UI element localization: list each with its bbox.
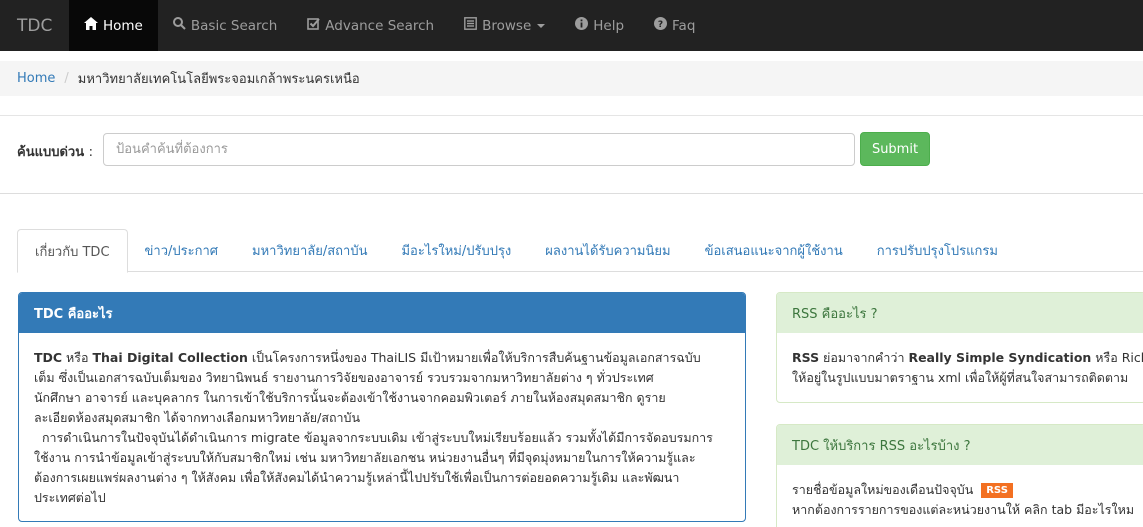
about-text: หรือ [62,350,93,365]
about-text: เป็นโครงการหนึ่งของ ThaiLIS มีเป้าหมายเพ… [247,350,701,365]
breadcrumb-current: มหาวิทยาลัยเทคโนโลยีพระจอมเกล้าพระนครเหน… [77,72,360,87]
nav-advance-search[interactable]: Advance Search [292,0,449,51]
tab-feedback[interactable]: ข้อเสนอแนะจากผู้ใช้งาน [688,229,860,272]
tab-about-tdc[interactable]: เกี่ยวกับ TDC [17,229,128,273]
nav-basic-search-label: Basic Search [190,17,278,34]
nav-faq-label: Faq [672,17,696,34]
tab-universities[interactable]: มหาวิทยาลัย/สถาบัน [235,229,384,272]
rss-fullname-bold: Really Simple Syndication [908,350,1092,365]
nav-help-label: Help [593,17,625,34]
quick-search-bar: ค้นแบบด่วน : Submit [0,115,1143,194]
about-line: ต้องการเผยแพร่ผลงานต่าง ๆ ให้สังคม เพื่อ… [34,470,680,485]
about-line: เต็ม ซึ่งเป็นเอกสารฉบับเต็มของ วิทยานิพน… [34,370,654,385]
tab-popular[interactable]: ผลงานได้รับความนิยม [528,229,687,272]
list-icon [464,17,477,34]
quick-search-input[interactable] [103,133,855,166]
nav-help[interactable]: Help [560,0,639,51]
info-tabs: เกี่ยวกับ TDC ข่าว/ประกาศ มหาวิทยาลัย/สถ… [17,229,1143,273]
nav-advance-search-label: Advance Search [325,17,435,34]
rss-bold: RSS [792,350,820,365]
tdc-rss-panel-title: TDC ให้บริการ RSS อะไรบ้าง ? [777,425,1143,465]
brand-logo[interactable]: TDC [0,0,69,51]
home-icon [84,17,98,34]
breadcrumb-separator: / [64,71,69,86]
quick-search-label: ค้นแบบด่วน : [17,141,93,162]
rss-text: หรือ Rich [1091,350,1143,365]
rss-feed-icon[interactable]: RSS [981,483,1013,498]
tdc-rss-text: รายชื่อข้อมูลใหม่ของเดือนปัจจุบัน [792,482,974,497]
tab-news[interactable]: ข่าว/ประกาศ [128,229,236,272]
tdc-bold: TDC [34,350,63,365]
quick-search-colon: : [88,145,94,160]
about-line: การดำเนินการในปัจจุบันได้ดำเนินการ migra… [34,430,713,445]
about-tdc-panel-title: TDC คืออะไร [19,293,745,333]
rss-line: ให้อยู่ในรูปแบบมาตราฐาน xml เพื่อให้ผู้ท… [792,370,1129,385]
edit-check-icon [307,17,321,34]
search-icon [172,17,186,34]
tdc-rss-line: รายชื่อข้อมูลใหม่ของเดือนปัจจุบัน RSS [792,480,1130,500]
about-line: ใช้งาน การนำข้อมูลเข้าสู่ระบบให้กับสมาชิ… [34,450,696,465]
chevron-down-icon [537,23,546,28]
about-tdc-panel: TDC คืออะไร TDC หรือ Thai Digital Collec… [18,292,746,522]
quick-search-label-text: ค้นแบบด่วน [17,145,85,160]
rss-info-panel-body: RSS ย่อมาจากคำว่า Really Simple Syndicat… [777,333,1143,388]
info-icon [575,17,589,34]
question-icon: ? [654,17,668,34]
tdc-rss-panel-body: รายชื่อข้อมูลใหม่ของเดือนปัจจุบัน RSS หา… [777,465,1143,520]
about-tdc-panel-body: TDC หรือ Thai Digital Collection เป็นโคร… [19,333,745,508]
tdc-rss-line: หากต้องการรายการของแต่ละหน่วยงานให้ คลิก… [792,502,1135,517]
about-line: TDC หรือ Thai Digital Collection เป็นโคร… [34,348,730,368]
nav-home-label: Home [103,17,143,34]
thai-digital-collection-bold: Thai Digital Collection [92,350,248,365]
rss-text: ย่อมาจากคำว่า [819,350,909,365]
about-line: นักศึกษา อาจารย์ และบุคลากร ในการเข้าใช้… [34,390,666,405]
rss-line: RSS ย่อมาจากคำว่า Really Simple Syndicat… [792,348,1143,368]
top-navbar: TDC Home Basic Search Advance Search Bro… [0,0,1143,51]
nav-basic-search[interactable]: Basic Search [158,0,292,51]
rss-info-panel-title: RSS คืออะไร ? [777,293,1143,333]
nav-browse-dropdown[interactable]: Browse [449,0,560,51]
tab-whats-new[interactable]: มีอะไรใหม่/ปรับปรุง [384,229,528,272]
breadcrumb-home-link[interactable]: Home [17,71,55,86]
breadcrumb: Home / มหาวิทยาลัยเทคโนโลยีพระจอมเกล้าพร… [0,61,1143,96]
submit-button[interactable]: Submit [860,132,930,166]
svg-text:?: ? [658,20,663,30]
nav-home[interactable]: Home [69,0,158,51]
nav-faq[interactable]: ? Faq [639,0,710,51]
about-line: ประเทศต่อไป [34,490,106,505]
about-line: ละเอียดห้องสมุดสมาชิก ได้จากทางเลือกมหาว… [34,410,361,425]
tab-program-updates[interactable]: การปรับปรุงโปรแกรม [860,229,1015,272]
nav-browse-label: Browse [482,17,532,34]
rss-info-panel: RSS คืออะไร ? RSS ย่อมาจากคำว่า Really S… [776,292,1143,403]
tdc-rss-panel: TDC ให้บริการ RSS อะไรบ้าง ? รายชื่อข้อม… [776,424,1143,527]
